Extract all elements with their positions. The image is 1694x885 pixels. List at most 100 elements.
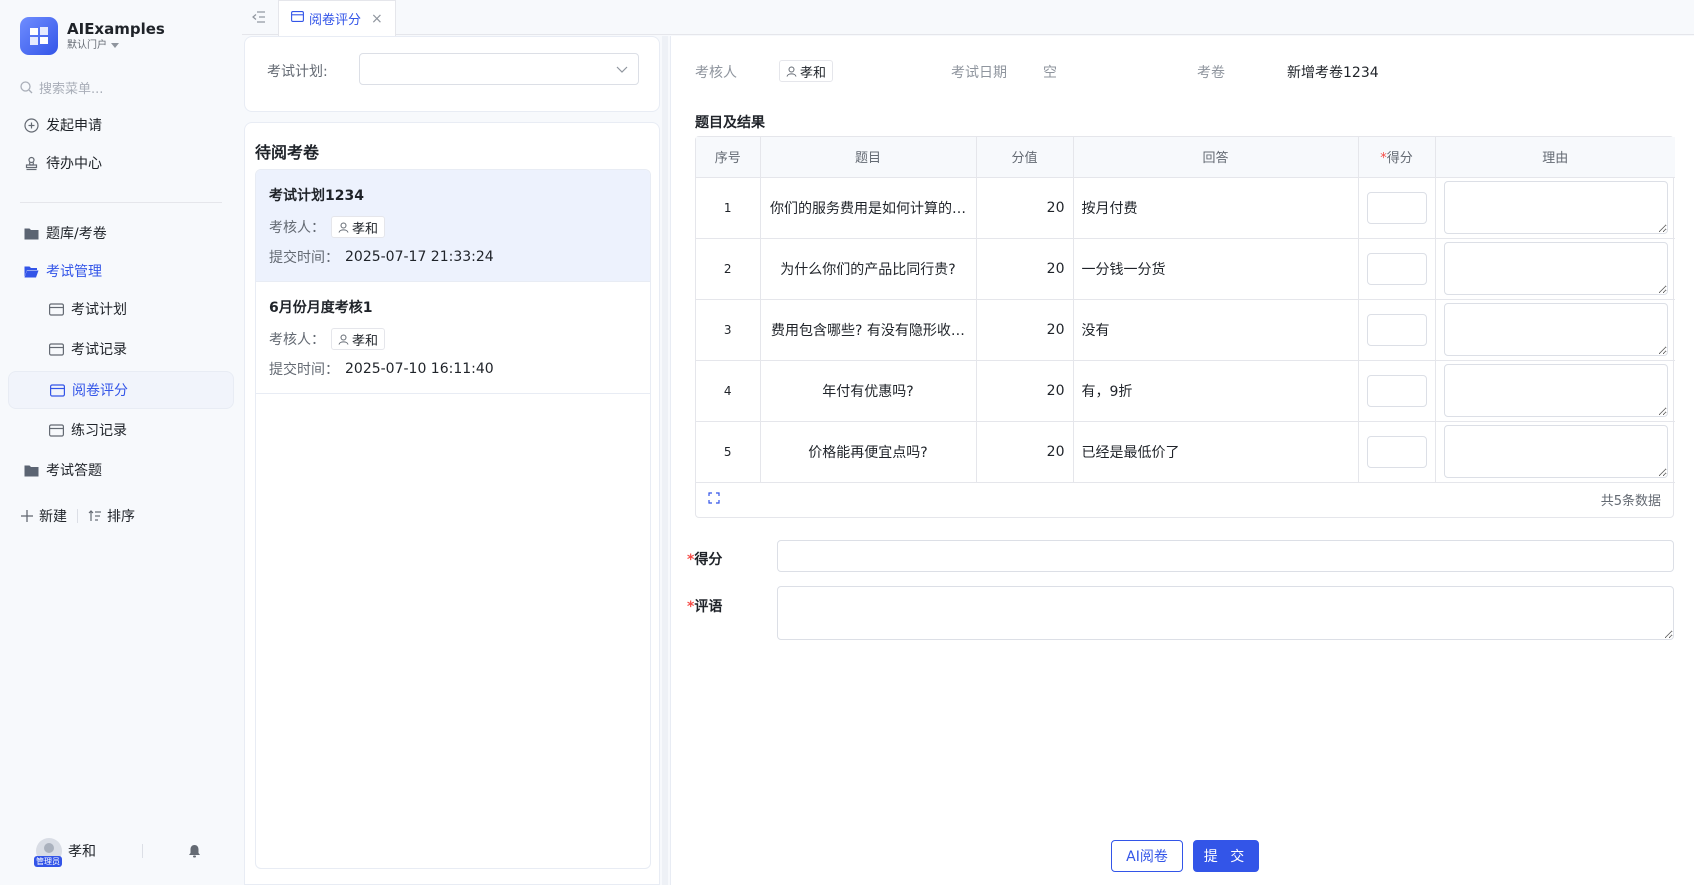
avatar: 管理员 [34,838,62,867]
sort-menu-button[interactable]: 排序 [88,506,135,526]
submit-time: 2025-07-17 21:33:24 [345,249,494,265]
user-name: 孝和 [68,844,96,860]
action-separator [77,509,78,523]
cell-question: 为什么你们的产品比同行贵? [760,238,977,300]
fullscreen-icon[interactable] [708,492,720,508]
sidebar-item-question-bank[interactable]: 题库/考卷 [8,214,234,252]
chevron-down-icon [616,63,628,78]
col-header-reason: 理由 [1435,137,1675,178]
list-item[interactable]: 考试计划1234 考核人： 孝和 提交时间： 2025-07-17 21:33:… [256,170,650,282]
score-input[interactable] [1366,435,1427,468]
cell-answer: 一分钱一分货 [1073,238,1359,300]
sidebar-item-label: 考试计划 [71,302,127,318]
sidebar-item-label: 考试记录 [71,342,127,358]
cell-reason [1435,360,1675,422]
reason-textarea[interactable] [1443,364,1668,417]
cell-no: 5 [696,421,761,483]
cell-value: 20 [976,299,1074,361]
plus-circle-icon [23,117,39,133]
submit-time-label: 提交时间： [269,362,339,378]
reason-textarea[interactable] [1443,425,1668,478]
comment-textarea[interactable] [777,586,1674,640]
sidebar-item-exam-management[interactable]: 考试管理 [8,252,234,290]
table-row: 3 费用包含哪些? 有没有隐形收… 20 没有 [696,299,1675,361]
col-header-score-label: 得分 [1386,151,1413,167]
cell-answer: 按月付费 [1073,177,1359,239]
score-input[interactable] [1366,313,1427,346]
pending-papers-title: 待阅考卷 [255,143,320,162]
sidebar-item-practice-records[interactable]: 练习记录 [8,411,234,449]
portal-selector[interactable]: 默认门户 [67,39,165,53]
reason-textarea[interactable] [1443,181,1668,234]
user-icon [338,222,349,233]
sidebar-item-label: 题库/考卷 [46,226,107,242]
sidebar-item-todo[interactable]: 待办中心 [8,144,234,182]
paper-name: 新增考卷1234 [1287,65,1379,81]
reviewer-tag: 孝和 [331,216,386,238]
window-icon [49,382,65,398]
sidebar-item-exam-records[interactable]: 考试记录 [8,330,234,368]
submit-button[interactable]: 提 交 [1193,840,1259,872]
score-input[interactable] [1366,191,1427,224]
cell-value: 20 [976,177,1074,239]
paper-label: 考卷 [1197,65,1225,81]
ai-review-button[interactable]: AI阅卷 [1111,840,1183,872]
window-icon [291,11,304,26]
stamp-icon [23,155,39,171]
sort-icon [88,510,101,521]
table-row: 2 为什么你们的产品比同行贵? 20 一分钱一分货 [696,238,1675,300]
cell-score [1358,177,1436,239]
table-row: 5 价格能再便宜点吗? 20 已经是最低价了 [696,421,1675,483]
window-icon [48,301,64,317]
col-header-score: *得分 [1358,137,1436,178]
cell-reason [1435,177,1675,239]
reason-textarea[interactable] [1443,242,1668,295]
new-label: 新建 [39,509,67,525]
cell-question: 你们的服务费用是如何计算的… [760,177,977,239]
score-input[interactable] [1366,374,1427,407]
sidebar-item-exam-plan[interactable]: 考试计划 [8,290,234,328]
column-splitter[interactable] [662,36,668,885]
cell-question: 年付有优惠吗? [760,360,977,422]
sidebar-item-grading[interactable]: 阅卷评分 [8,371,234,409]
total-score-label: *得分 [687,549,722,569]
folder-icon [23,225,39,241]
cell-score [1358,238,1436,300]
comment-label-text: 评语 [694,599,723,615]
reviewer-tag: 孝和 [331,328,386,350]
cell-answer: 已经是最低价了 [1073,421,1359,483]
section-title: 题目及结果 [695,115,765,131]
total-score-input[interactable] [777,540,1674,572]
cell-answer: 没有 [1073,299,1359,361]
sort-label: 排序 [107,509,135,525]
tab-label: 阅卷评分 [309,13,362,28]
sidebar-item-label: 待办中心 [46,156,102,172]
menu-search[interactable]: 搜索菜单... [20,78,103,97]
cell-no: 1 [696,177,761,239]
col-header-question: 题目 [760,137,977,178]
sidebar-item-label: 阅卷评分 [72,383,128,399]
bell-icon[interactable] [188,844,201,862]
cell-reason [1435,238,1675,300]
col-header-value: 分值 [976,137,1074,178]
list-item[interactable]: 6月份月度考核1 考核人： 孝和 提交时间： 2025-07-10 16:11:… [256,282,650,394]
close-icon[interactable]: × [371,11,383,27]
caret-down-icon [111,42,119,48]
total-score-label-text: 得分 [694,552,723,568]
exam-plan-select[interactable] [359,53,639,85]
sidebar-item-label: 练习记录 [71,423,127,439]
comment-label: *评语 [687,596,722,616]
col-header-answer: 回答 [1073,137,1359,178]
reason-textarea[interactable] [1443,303,1668,356]
new-menu-button[interactable]: 新建 [20,506,67,526]
brand[interactable]: AIExamples 默认门户 [20,17,165,55]
score-input[interactable] [1366,252,1427,285]
collapse-sidebar-icon[interactable] [252,11,266,27]
sidebar-item-label: 考试管理 [46,264,102,280]
sidebar-item-apply[interactable]: 发起申请 [8,106,234,144]
current-user[interactable]: 管理员 孝和 [34,838,96,867]
sidebar-item-exam-answer[interactable]: 考试答题 [8,451,234,489]
detail-reviewer-label: 考核人 [695,65,737,81]
submit-time: 2025-07-10 16:11:40 [345,361,494,377]
tab-grading[interactable]: 阅卷评分 × [278,0,396,36]
